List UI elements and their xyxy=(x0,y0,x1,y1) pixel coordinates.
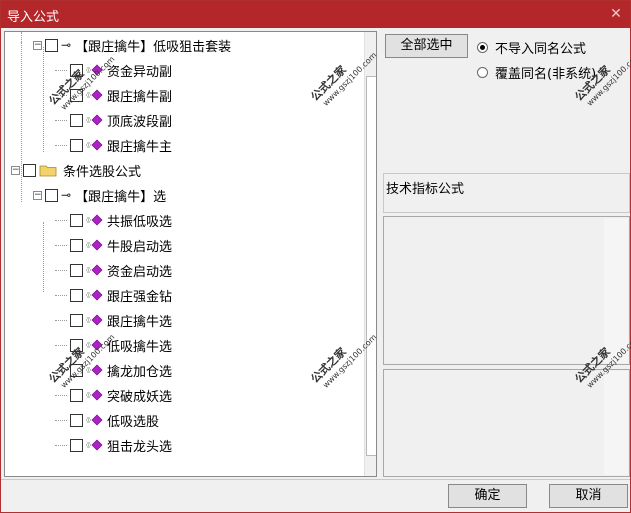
tree-connector xyxy=(55,444,67,446)
scrollbar-thumb[interactable] xyxy=(366,76,376,456)
tree-item-checkbox[interactable] xyxy=(70,213,83,227)
tree-item-label: 突破成妖选 xyxy=(107,389,173,405)
tree-item-checkbox[interactable] xyxy=(70,313,83,327)
tree-item[interactable]: 顶底波段副 xyxy=(55,109,172,131)
tree-item-checkbox[interactable] xyxy=(70,413,83,427)
tree-item[interactable]: 跟庄擒牛主 xyxy=(55,134,172,156)
tree-item-label: 牛股启动选 xyxy=(107,239,173,255)
tree-item-checkbox[interactable] xyxy=(70,113,83,127)
tree-connector xyxy=(55,69,67,71)
tree-item[interactable]: 共振低吸选 xyxy=(55,209,172,231)
tree-connector xyxy=(55,344,67,346)
formula-type-label: 技术指标公式 xyxy=(386,182,465,197)
diamond-icon xyxy=(86,89,103,101)
tree-connector xyxy=(55,394,67,396)
ok-button[interactable]: 确定 xyxy=(448,484,527,508)
tree-item-label: 【跟庄擒牛】选 xyxy=(75,189,167,205)
diamond-icon xyxy=(86,439,103,451)
tree-connector xyxy=(55,294,67,296)
tree-item-checkbox[interactable] xyxy=(45,38,58,52)
radio-skip-same-name[interactable]: 不导入同名公式 xyxy=(477,38,586,57)
tree-item-checkbox[interactable] xyxy=(45,188,58,202)
radio-overwrite-label: 覆盖同名(非系统) xyxy=(495,67,597,82)
tree-guide-line xyxy=(43,222,44,292)
tree-item[interactable]: 资金启动选 xyxy=(55,259,172,281)
radio-overwrite-same-name[interactable]: 覆盖同名(非系统) xyxy=(477,63,596,82)
tree-item[interactable]: − 条件选股公式 xyxy=(11,159,141,181)
tree-connector xyxy=(55,144,67,146)
diamond-icon xyxy=(86,289,103,301)
tree-item-label: 跟庄强金钻 xyxy=(107,289,173,305)
tree-item-label: 资金异动副 xyxy=(107,64,173,80)
tree-item-checkbox[interactable] xyxy=(70,238,83,252)
key-icon: ⊸ xyxy=(61,38,72,52)
cancel-button[interactable]: 取消 xyxy=(549,484,628,508)
tree-guide-line xyxy=(43,47,44,152)
select-all-button[interactable]: 全部选中 xyxy=(385,34,468,58)
expander-minus-icon[interactable]: − xyxy=(33,40,42,50)
tree-connector xyxy=(55,419,67,421)
tree-item-checkbox[interactable] xyxy=(70,388,83,402)
tree-item-label: 擒龙加仓选 xyxy=(107,364,173,380)
tree-item-label: 跟庄擒牛副 xyxy=(107,89,173,105)
tree-guide-line xyxy=(21,42,22,202)
radio-skip-label: 不导入同名公式 xyxy=(495,42,587,57)
radio-overwrite-indicator[interactable] xyxy=(477,67,488,78)
diamond-icon xyxy=(86,139,103,151)
folder-icon xyxy=(39,165,57,176)
tree-item[interactable]: 跟庄强金钻 xyxy=(55,284,172,306)
tree-item[interactable]: 突破成妖选 xyxy=(55,384,172,406)
tree-item-label: 低吸选股 xyxy=(107,414,160,430)
expander-minus-icon[interactable]: − xyxy=(33,190,42,200)
import-formula-dialog: 导入公式 ✕ − ⊸ 【跟庄擒牛】低吸狙击套装 资金异动副 跟庄擒牛副 顶底波段副 跟庄擒牛… xyxy=(0,0,631,513)
tree-item-label: 资金启动选 xyxy=(107,264,173,280)
diamond-icon xyxy=(86,389,103,401)
tree-connector xyxy=(55,219,67,221)
tree-item[interactable]: − ⊸ 【跟庄擒牛】选 xyxy=(33,184,166,206)
tree-item-label: 跟庄擒牛主 xyxy=(107,139,173,155)
window-title: 导入公式 xyxy=(7,10,60,25)
tree-item-checkbox[interactable] xyxy=(70,263,83,277)
tree-item-checkbox[interactable] xyxy=(70,438,83,452)
tree-item-checkbox[interactable] xyxy=(70,288,83,302)
diamond-icon xyxy=(86,214,103,226)
key-icon: ⊸ xyxy=(61,188,72,202)
diamond-icon xyxy=(86,264,103,276)
tree-connector xyxy=(55,319,67,321)
diamond-icon xyxy=(86,239,103,251)
tree-item-label: 顶底波段副 xyxy=(107,114,173,130)
close-icon[interactable]: ✕ xyxy=(606,4,626,24)
parameters-scroll-area xyxy=(604,371,628,475)
expander-minus-icon[interactable]: − xyxy=(11,165,20,175)
tree-item[interactable]: − ⊸ 【跟庄擒牛】低吸狙击套装 xyxy=(33,34,231,56)
radio-skip-indicator[interactable] xyxy=(477,42,488,53)
tree-connector xyxy=(55,244,67,246)
title-bar: 导入公式 ✕ xyxy=(1,1,630,28)
diamond-icon xyxy=(86,414,103,426)
tree-item[interactable]: 低吸选股 xyxy=(55,409,159,431)
tree-item-label: 共振低吸选 xyxy=(107,214,173,230)
formula-type-box: 技术指标公式 xyxy=(383,173,630,213)
tree-item-checkbox[interactable] xyxy=(23,163,36,177)
tree-scrollbar[interactable] xyxy=(364,32,376,476)
tree-item[interactable]: 牛股启动选 xyxy=(55,234,172,256)
tree-item-label: 狙击龙头选 xyxy=(107,439,173,455)
tree-item-checkbox[interactable] xyxy=(70,138,83,152)
tree-connector xyxy=(55,269,67,271)
tree-item-label: 跟庄擒牛选 xyxy=(107,314,173,330)
diamond-icon xyxy=(86,114,103,126)
tree-item-label: 条件选股公式 xyxy=(63,164,142,180)
footer-divider xyxy=(1,479,630,480)
tree-item[interactable]: 狙击龙头选 xyxy=(55,434,172,456)
formula-description-box xyxy=(383,216,630,365)
tree-item[interactable]: 跟庄擒牛选 xyxy=(55,309,172,331)
tree-connector xyxy=(55,119,67,121)
